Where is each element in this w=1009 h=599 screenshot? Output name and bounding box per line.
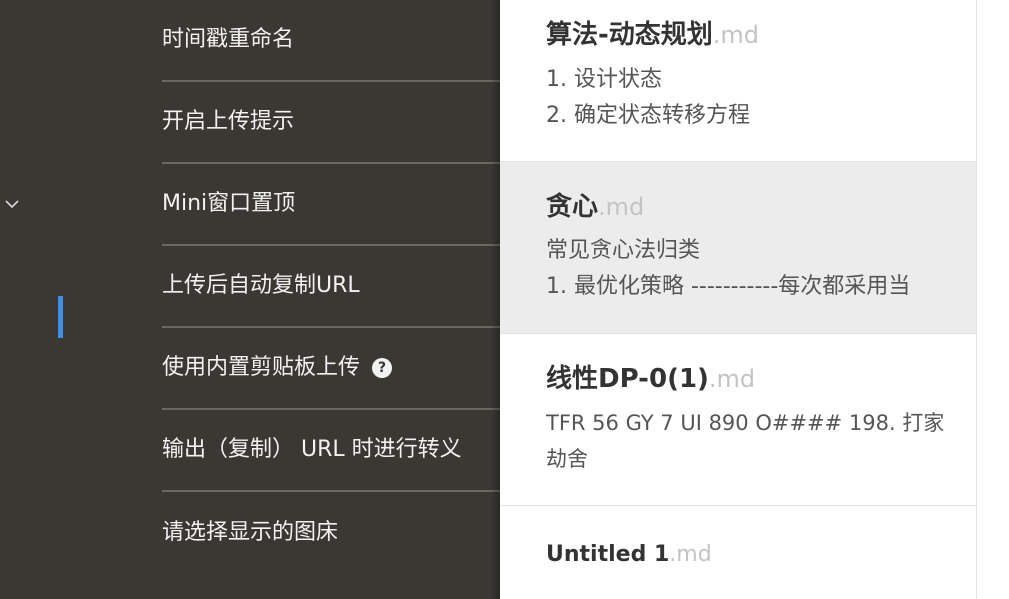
app-window: 时间戳重命名 开启上传提示 Mini窗口置顶 上传后自动复制URL 使用内置剪贴… [0,0,1009,599]
file-name: Untitled 1 [546,542,670,567]
active-indicator [58,296,63,338]
file-excerpt: 常见贪心法归类 1. 最优化策略 -----------每次都采用当 [546,233,959,305]
file-extension: .md [708,365,756,393]
setting-label: 输出（复制） URL 时进行转义 [162,437,462,462]
file-extension: .md [669,542,712,567]
editor-area [977,0,1009,599]
excerpt-line: TFR 56 GY 7 UI 890 O#### 198. 打家劫舍 [546,411,945,471]
setting-label: 请选择显示的图床 [162,520,339,545]
file-excerpt: 1. 设计状态 2. 确定状态转移方程 [546,62,959,134]
file-card-selected[interactable]: 贪心.md 常见贪心法归类 1. 最优化策略 -----------每次都采用当 [500,162,977,334]
setting-label: Mini窗口置顶 [162,191,296,216]
file-title: 线性DP-0(1).md [546,366,755,392]
setting-escape-url-on-copy[interactable]: 输出（复制） URL 时进行转义 [162,410,500,492]
setting-choose-image-host[interactable]: 请选择显示的图床 [162,492,500,574]
file-name: 贪心 [546,192,599,222]
setting-mini-window-on-top[interactable]: Mini窗口置顶 [162,164,500,246]
file-extension: .md [598,193,645,221]
excerpt-line: 1. 设计状态 [546,67,662,92]
file-title: 贪心.md [546,194,644,220]
file-list: 算法-动态规划.md 1. 设计状态 2. 确定状态转移方程 贪心.md 常见贪… [500,0,977,599]
file-excerpt: TFR 56 GY 7 UI 890 O#### 198. 打家劫舍 [546,405,959,477]
file-card[interactable]: Untitled 1.md [500,506,977,599]
setting-auto-copy-url[interactable]: 上传后自动复制URL [162,246,500,328]
excerpt-line: 2. 确定状态转移方程 [546,103,750,128]
chevron-down-icon[interactable] [4,196,20,212]
settings-panel: 时间戳重命名 开启上传提示 Mini窗口置顶 上传后自动复制URL 使用内置剪贴… [0,0,500,599]
setting-builtin-clipboard-upload[interactable]: 使用内置剪贴板上传 ? [162,328,500,410]
file-extension: .md [712,21,760,49]
excerpt-line: 常见贪心法归类 [546,238,701,263]
file-title: Untitled 1.md [546,540,712,566]
file-name: 算法-动态规划 [546,20,713,50]
setting-label: 时间戳重命名 [162,27,295,52]
setting-upload-notification[interactable]: 开启上传提示 [162,82,500,164]
file-title: 算法-动态规划.md [546,22,759,48]
file-card[interactable]: 线性DP-0(1).md TFR 56 GY 7 UI 890 O#### 19… [500,334,977,506]
setting-label: 使用内置剪贴板上传 [162,355,361,380]
setting-timestamp-rename[interactable]: 时间戳重命名 [162,0,500,82]
setting-label: 上传后自动复制URL [162,273,360,298]
file-name: 线性DP-0(1) [546,364,709,394]
excerpt-line: 1. 最优化策略 -----------每次都采用当 [546,274,911,299]
file-card[interactable]: 算法-动态规划.md 1. 设计状态 2. 确定状态转移方程 [500,0,977,162]
question-circle-icon[interactable]: ? [372,358,393,378]
setting-label: 开启上传提示 [162,109,295,134]
